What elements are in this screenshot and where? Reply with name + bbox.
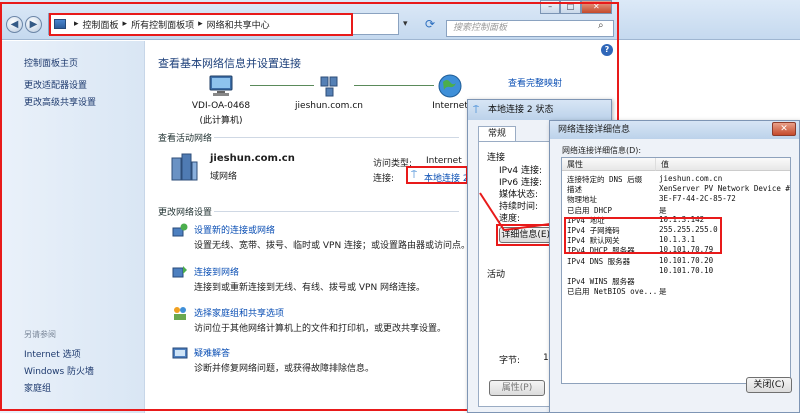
- network-adapter-icon: ⍑: [473, 105, 479, 116]
- tab-general[interactable]: 常规: [478, 126, 516, 142]
- activity-group-label: 活动: [487, 270, 506, 280]
- close-icon[interactable]: ✕: [772, 122, 796, 136]
- detail-row-value[interactable]: 3E-F7-44-2C-85-72: [659, 194, 736, 203]
- detail-row-value[interactable]: XenServer PV Network Device #0: [659, 184, 790, 193]
- detail-row-property[interactable]: IPv4 DNS 服务器: [567, 256, 630, 267]
- details-list[interactable]: 属性 值 连接特定的 DNS 后缀 jieshun.com.cn 描述 XenServ…: [561, 157, 791, 384]
- detail-row-value[interactable]: 10.101.70.10: [659, 266, 713, 275]
- column-header-property[interactable]: 属性: [562, 158, 656, 171]
- callout-arrow: [479, 192, 551, 231]
- connection-group-label: 连接: [487, 153, 506, 163]
- ip-highlight-box: [564, 217, 722, 254]
- column-header-value[interactable]: 值: [656, 158, 790, 171]
- status-dialog-title: 本地连接 2 状态: [468, 100, 611, 120]
- detail-row-property[interactable]: 已启用 NetBIOS ove...: [567, 286, 657, 297]
- detail-row-value[interactable]: jieshun.com.cn: [659, 174, 722, 183]
- properties-button[interactable]: 属性(P): [489, 380, 545, 396]
- close-dialog-button[interactable]: 关闭(C): [746, 377, 792, 393]
- details-dialog-title: 网络连接详细信息: [550, 121, 799, 139]
- details-subtitle: 网络连接详细信息(D):: [562, 146, 642, 155]
- details-dialog: 网络连接详细信息 ✕ 网络连接详细信息(D): 属性 值 连接特定的 DNS 后…: [549, 120, 800, 413]
- bytes-label: 字节:: [499, 356, 521, 366]
- detail-row-value[interactable]: 是: [659, 286, 667, 297]
- detail-row-value[interactable]: 10.101.70.20: [659, 256, 713, 265]
